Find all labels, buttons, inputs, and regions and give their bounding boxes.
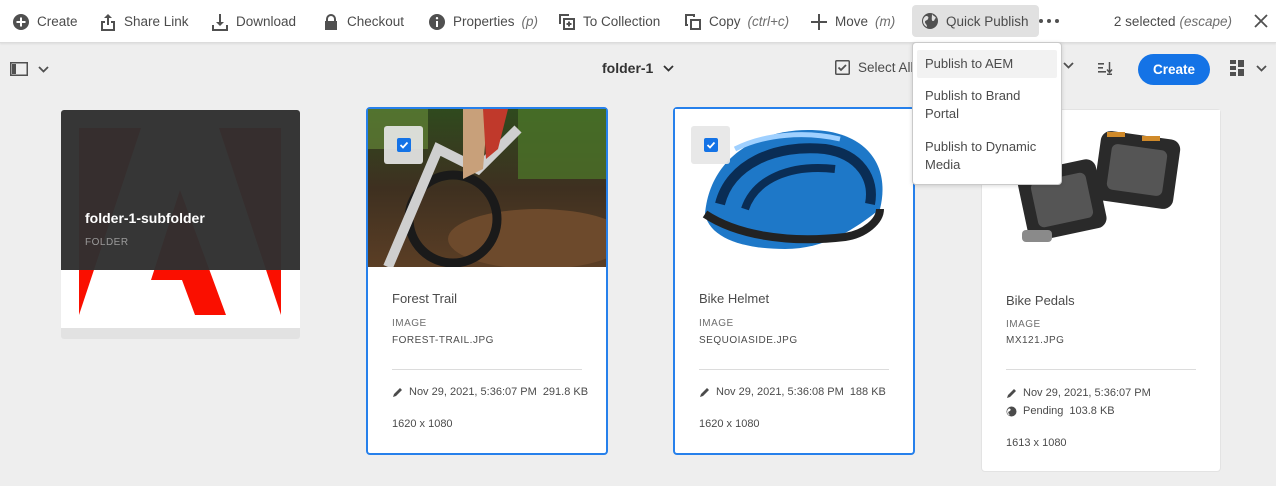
asset-type: IMAGE — [1006, 319, 1041, 330]
globe-icon — [1006, 406, 1017, 416]
asset-dimensions: 1620 x 1080 — [392, 418, 453, 430]
select-checkbox[interactable] — [691, 126, 730, 164]
folder-type: FOLDER — [85, 237, 129, 248]
divider — [392, 369, 582, 370]
action-bar: Create Share Link Download Checkout Prop… — [0, 0, 1276, 43]
asset-size: 188 KB — [849, 386, 886, 398]
create-action[interactable]: Create — [12, 0, 78, 43]
folder-card[interactable]: folder-1-subfolder FOLDER — [61, 110, 300, 339]
share-icon — [101, 13, 115, 31]
asset-title: Bike Helmet — [699, 291, 770, 306]
select-all-button[interactable]: Select All — [835, 60, 914, 75]
move-action[interactable]: Move (m) — [810, 0, 895, 43]
divider — [699, 369, 889, 370]
folder-title-label: folder-1 — [602, 60, 654, 76]
copy-action[interactable]: Copy (ctrl+c) — [684, 0, 789, 43]
checkout-label: Checkout — [347, 14, 405, 29]
download-icon — [212, 13, 228, 31]
to-collection-action[interactable]: To Collection — [558, 0, 660, 43]
checkout-action[interactable]: Checkout — [322, 0, 404, 43]
view-switcher[interactable] — [1230, 60, 1267, 76]
select-checkbox[interactable] — [384, 126, 423, 164]
more-actions-icon[interactable] — [1039, 12, 1059, 30]
folder-name: folder-1-subfolder — [85, 210, 205, 226]
chevron-down-icon — [1256, 64, 1267, 72]
menu-item-publish-brand-portal[interactable]: Publish to Brand Portal — [917, 87, 1051, 123]
share-link-label: Share Link — [124, 14, 189, 29]
modified-row: Nov 29, 2021, 5:36:08 PM 188 KB — [699, 386, 886, 398]
publish-status: Pending — [1023, 405, 1064, 417]
asset-type: IMAGE — [392, 318, 427, 329]
checkmark-icon — [706, 141, 715, 149]
move-icon — [811, 13, 827, 30]
share-link-action[interactable]: Share Link — [99, 0, 189, 43]
menu-item-publish-dynamic-media[interactable]: Publish to Dynamic Media — [917, 138, 1051, 174]
checkmark-icon — [399, 141, 408, 149]
move-label: Move — [835, 14, 869, 29]
asset-card-forest-trail[interactable]: Forest Trail IMAGE FOREST-TRAIL.JPG Nov … — [366, 107, 608, 455]
asset-type: IMAGE — [699, 318, 734, 329]
asset-filename: FOREST-TRAIL.JPG — [392, 335, 494, 346]
asset-filename: MX121.JPG — [1006, 335, 1065, 346]
properties-shortcut: (p) — [521, 14, 539, 29]
download-label: Download — [236, 14, 297, 29]
copy-label: Copy — [709, 14, 741, 29]
select-all-icon — [835, 60, 850, 75]
properties-label: Properties — [453, 14, 515, 29]
asset-filename: SEQUOIASIDE.JPG — [699, 335, 798, 346]
pencil-icon — [393, 387, 402, 397]
modified-row: Nov 29, 2021, 5:36:07 PM 291.8 KB — [392, 386, 588, 398]
plus-circle-icon — [13, 13, 29, 30]
asset-size: 103.8 KB — [1069, 405, 1115, 417]
select-all-label: Select All — [858, 60, 914, 75]
modified-date: Nov 29, 2021, 5:36:07 PM — [1023, 387, 1151, 399]
pencil-icon — [700, 387, 709, 397]
properties-action[interactable]: Properties (p) — [428, 0, 538, 43]
title-bar: folder-1 Select All Create — [0, 44, 1276, 94]
card-view-icon — [1230, 60, 1244, 76]
divider — [1006, 369, 1196, 370]
to-collection-label: To Collection — [583, 14, 661, 29]
folder-title[interactable]: folder-1 — [602, 60, 674, 76]
chevron-down-icon — [38, 65, 49, 73]
selection-count-label: 2 selected — [1113, 14, 1176, 29]
collection-add-icon — [559, 13, 575, 30]
create-action-label: Create — [37, 14, 78, 29]
asset-title: Bike Pedals — [1006, 293, 1075, 308]
move-shortcut: (m) — [875, 14, 896, 29]
quick-publish-menu: Publish to AEM Publish to Brand Portal P… — [912, 42, 1062, 185]
modified-date: Nov 29, 2021, 5:36:07 PM — [409, 386, 537, 398]
rail-icon — [10, 62, 28, 76]
asset-title: Forest Trail — [392, 291, 458, 306]
quick-publish-action[interactable]: Quick Publish — [912, 5, 1039, 37]
asset-dimensions: 1620 x 1080 — [699, 418, 760, 430]
close-icon[interactable] — [1252, 12, 1270, 30]
info-icon — [429, 13, 445, 30]
asset-dimensions: 1613 x 1080 — [1006, 437, 1067, 449]
sort-icon[interactable] — [1097, 60, 1113, 76]
download-action[interactable]: Download — [211, 0, 296, 43]
modified-date: Nov 29, 2021, 5:36:08 PM — [716, 386, 844, 398]
quick-publish-label: Quick Publish — [946, 13, 1029, 29]
selection-shortcut: (escape) — [1179, 14, 1232, 29]
globe-icon — [922, 13, 938, 29]
publish-status-row: Pending 103.8 KB — [1006, 405, 1115, 417]
selection-count: 2 selected (escape) — [1114, 0, 1232, 43]
copy-shortcut: (ctrl+c) — [747, 14, 790, 29]
chevron-down-icon — [663, 64, 674, 72]
chevron-down-icon[interactable] — [1063, 62, 1074, 69]
asset-card-bike-helmet[interactable]: Bike Helmet IMAGE SEQUOIASIDE.JPG Nov 29… — [673, 107, 915, 455]
menu-item-publish-aem[interactable]: Publish to AEM — [917, 50, 1057, 78]
lock-icon — [325, 13, 337, 30]
modified-row: Nov 29, 2021, 5:36:07 PM — [1006, 387, 1151, 399]
copy-icon — [685, 13, 701, 30]
create-button[interactable]: Create — [1138, 54, 1210, 85]
pencil-icon — [1007, 388, 1016, 398]
rail-toggle[interactable] — [10, 59, 54, 79]
asset-size: 291.8 KB — [542, 386, 589, 398]
